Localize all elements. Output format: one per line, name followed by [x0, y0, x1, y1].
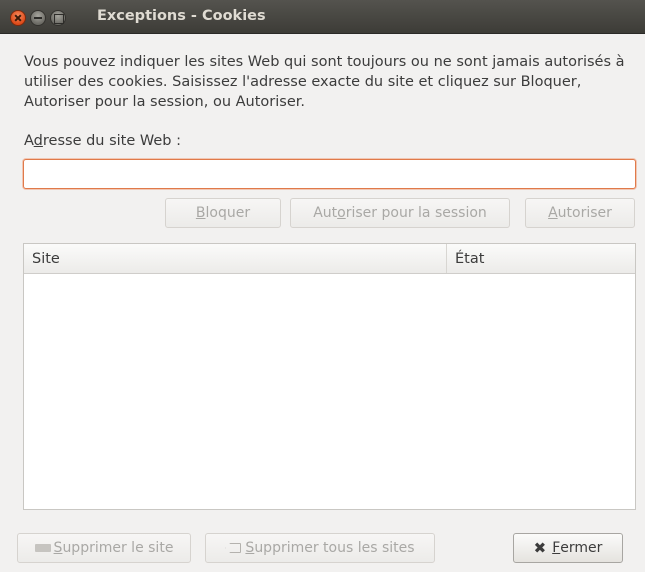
allow-session-button[interactable]: Aut o riser pour la session — [290, 198, 510, 228]
address-label: Adresse du site Web : — [24, 133, 182, 149]
window-title: Exceptions - Cookies — [97, 8, 266, 24]
exceptions-dialog: Exceptions - Cookies Vous pouvez indique… — [0, 0, 645, 572]
instructions-text: Vous pouvez indiquer les sites Web qui s… — [24, 54, 625, 110]
close-window-icon[interactable] — [10, 10, 26, 26]
column-header-state[interactable]: État — [447, 244, 635, 273]
maximize-window-icon[interactable] — [50, 10, 66, 26]
close-icon: ✖ — [533, 539, 547, 557]
remove-site-button[interactable]: Supprimer le site — [17, 533, 191, 563]
title-bar[interactable]: Exceptions - Cookies — [0, 0, 645, 34]
column-header-site[interactable]: Site — [24, 244, 447, 273]
clear-icon — [225, 543, 242, 553]
allow-button[interactable]: Autoriser — [525, 198, 635, 228]
table-header: Site État — [24, 244, 635, 274]
remove-icon — [34, 544, 51, 552]
block-button[interactable]: Bloquer — [165, 198, 281, 228]
site-address-input[interactable] — [23, 159, 636, 189]
close-button[interactable]: ✖ Fermer — [513, 533, 623, 563]
remove-all-sites-button[interactable]: Supprimer tous les sites — [205, 533, 435, 563]
minimize-window-icon[interactable] — [30, 10, 46, 26]
exceptions-table[interactable]: Site État — [23, 243, 636, 510]
